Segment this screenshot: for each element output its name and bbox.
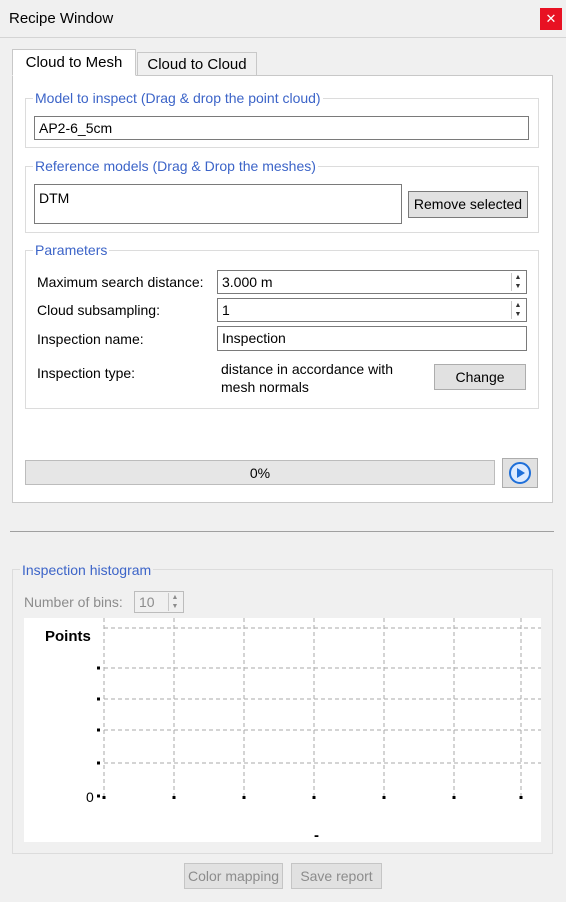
max-distance-stepper[interactable]: ▲ ▼ <box>511 273 524 291</box>
window-title: Recipe Window <box>9 10 114 27</box>
model-group-title: Model to inspect (Drag & drop the point … <box>33 90 323 106</box>
inspection-name-input[interactable]: Inspection <box>217 326 527 351</box>
chart-x-tick <box>452 796 456 799</box>
inspection-type-value-line1: distance in accordance with <box>221 361 393 377</box>
spin-up-icon[interactable]: ▲ <box>512 273 524 282</box>
chart-x-tick <box>172 796 176 799</box>
bins-spinbox[interactable]: 10 ▲ ▼ <box>134 591 184 613</box>
max-distance-value: 3.000 m <box>222 274 273 290</box>
histogram-chart-svg: Points - 0 <box>45 618 541 844</box>
histogram-group-title: Inspection histogram <box>20 562 154 578</box>
subsampling-label: Cloud subsampling: <box>37 302 160 318</box>
progress-text: 0% <box>249 465 271 481</box>
bins-value: 10 <box>139 594 155 610</box>
progress-bar: 0% <box>25 460 495 485</box>
chart-y-tick <box>97 728 100 732</box>
chart-y-tick <box>97 794 100 798</box>
chart-y-tick-label: 0 <box>86 789 94 805</box>
tab-cloud-to-mesh[interactable]: Cloud to Mesh <box>12 49 136 76</box>
chart-y-tick <box>97 666 100 670</box>
chart-x-tick <box>242 796 246 799</box>
chart-y-label: Points <box>45 628 91 645</box>
reference-list[interactable]: DTM <box>34 184 402 224</box>
reference-list-item[interactable]: DTM <box>39 190 397 206</box>
inspection-name-label: Inspection name: <box>37 331 144 347</box>
spin-up-icon[interactable]: ▲ <box>512 301 524 310</box>
chart-x-tick <box>519 796 523 799</box>
spin-down-icon[interactable]: ▼ <box>512 310 524 319</box>
model-input[interactable]: AP2-6_5cm <box>34 116 529 140</box>
spin-up-icon[interactable]: ▲ <box>169 593 181 602</box>
run-inspection-button[interactable] <box>502 458 538 488</box>
save-report-button[interactable]: Save report <box>291 863 382 889</box>
tab-cloud-to-cloud[interactable]: Cloud to Cloud <box>137 52 257 76</box>
play-icon <box>509 462 531 484</box>
histogram-chart: Points - 0 <box>24 618 541 844</box>
color-mapping-button[interactable]: Color mapping <box>184 863 283 889</box>
close-icon: ✕ <box>545 11 557 26</box>
reference-group-title: Reference models (Drag & Drop the meshes… <box>33 158 318 174</box>
spin-down-icon[interactable]: ▼ <box>169 602 181 611</box>
chart-x-tick <box>382 796 386 799</box>
subsampling-stepper[interactable]: ▲ ▼ <box>511 301 524 319</box>
remove-selected-button[interactable]: Remove selected <box>408 191 528 218</box>
inspection-type-value-line2: mesh normals <box>221 379 309 395</box>
chart-y-tick <box>97 761 100 765</box>
chart-x-tick <box>102 796 106 799</box>
max-distance-spinbox[interactable]: 3.000 m ▲ ▼ <box>217 270 527 294</box>
chart-x-tick <box>312 796 316 799</box>
subsampling-spinbox[interactable]: 1 ▲ ▼ <box>217 298 527 322</box>
chart-y-tick <box>97 697 100 701</box>
parameters-group-title: Parameters <box>33 242 110 258</box>
chart-x-label: - <box>314 827 319 842</box>
subsampling-value: 1 <box>222 302 230 318</box>
max-distance-label: Maximum search distance: <box>37 274 204 290</box>
bins-stepper[interactable]: ▲ ▼ <box>168 593 181 611</box>
spin-down-icon[interactable]: ▼ <box>512 282 524 291</box>
separator <box>10 531 554 532</box>
change-button[interactable]: Change <box>434 364 526 390</box>
bins-label: Number of bins: <box>24 594 123 610</box>
close-button[interactable]: ✕ <box>540 8 562 30</box>
inspection-type-label: Inspection type: <box>37 365 136 381</box>
